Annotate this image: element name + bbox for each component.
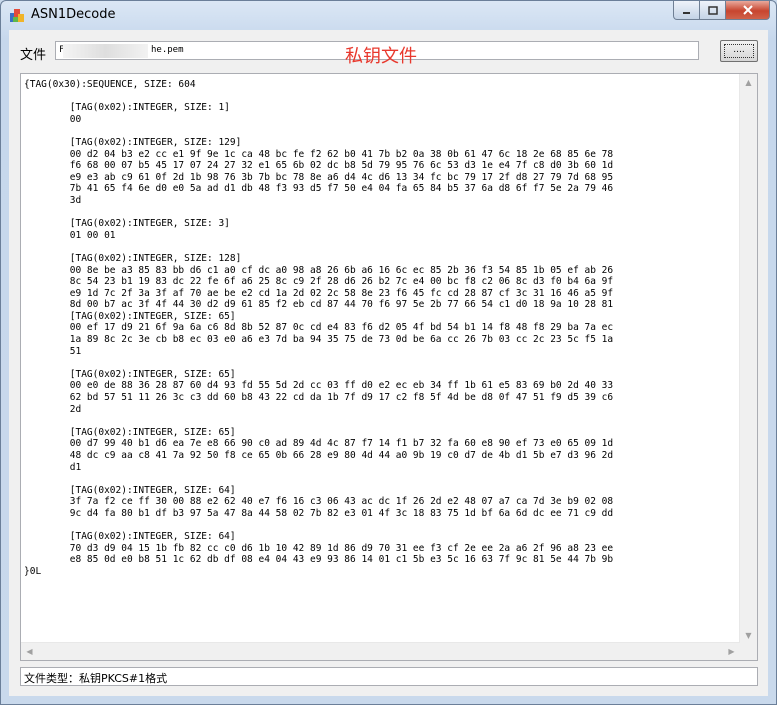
scroll-up-icon[interactable]: ▲ xyxy=(740,74,757,91)
redaction-mask xyxy=(63,44,148,58)
main-window: ASN1Decode 文件 F he.pem 私钥文件 .... {TAG(0x… xyxy=(0,0,777,705)
scroll-down-icon[interactable]: ▼ xyxy=(740,627,757,644)
caption-buttons xyxy=(673,1,770,21)
scrollbar-corner xyxy=(740,643,757,660)
app-icon xyxy=(10,9,24,22)
file-label: 文件 xyxy=(20,48,47,63)
decoded-output-text: {TAG(0x30):SEQUENCE, SIZE: 604 [TAG(0x02… xyxy=(24,79,614,577)
client-area: 文件 F he.pem 私钥文件 .... {TAG(0x30):SEQUENC… xyxy=(9,30,768,696)
decoded-output-textarea[interactable]: {TAG(0x30):SEQUENCE, SIZE: 604 [TAG(0x02… xyxy=(20,73,758,661)
browse-button[interactable]: .... xyxy=(720,40,758,62)
file-path-suffix: he.pem xyxy=(151,45,184,55)
window-title: ASN1Decode xyxy=(31,7,116,22)
horizontal-scrollbar[interactable]: ◀ ▶ xyxy=(21,642,740,660)
title-bar[interactable]: ASN1Decode xyxy=(1,1,776,29)
vertical-scrollbar[interactable]: ▲ ▼ xyxy=(739,74,757,644)
browse-button-label: .... xyxy=(724,44,754,58)
scroll-left-icon[interactable]: ◀ xyxy=(21,643,38,660)
annotation-title: 私钥文件 xyxy=(345,46,417,67)
close-button[interactable] xyxy=(726,1,770,20)
scroll-right-icon[interactable]: ▶ xyxy=(723,643,740,660)
file-type-status: 文件类型：私钥PKCS#1格式 xyxy=(20,667,758,686)
minimize-button[interactable] xyxy=(673,1,700,20)
minimize-icon xyxy=(683,11,690,14)
maximize-button[interactable] xyxy=(700,1,726,20)
close-icon xyxy=(742,5,753,15)
maximize-icon xyxy=(707,5,718,15)
